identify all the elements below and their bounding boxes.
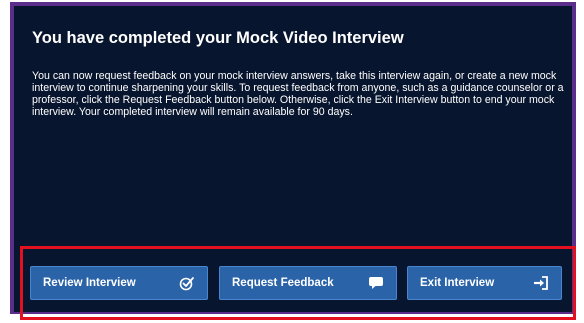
exit-arrow-icon [533, 275, 549, 291]
dialog-title: You have completed your Mock Video Inter… [32, 29, 404, 47]
exit-interview-button[interactable]: Exit Interview [407, 266, 562, 300]
speech-bubble-icon [368, 276, 384, 290]
review-interview-label: Review Interview [43, 277, 136, 289]
exit-interview-label: Exit Interview [420, 277, 495, 289]
request-feedback-label: Request Feedback [232, 277, 334, 289]
dialog-message: You can now request feedback on your moc… [32, 70, 564, 118]
check-circle-icon [179, 275, 195, 291]
review-interview-button[interactable]: Review Interview [30, 266, 208, 300]
request-feedback-button[interactable]: Request Feedback [219, 266, 397, 300]
